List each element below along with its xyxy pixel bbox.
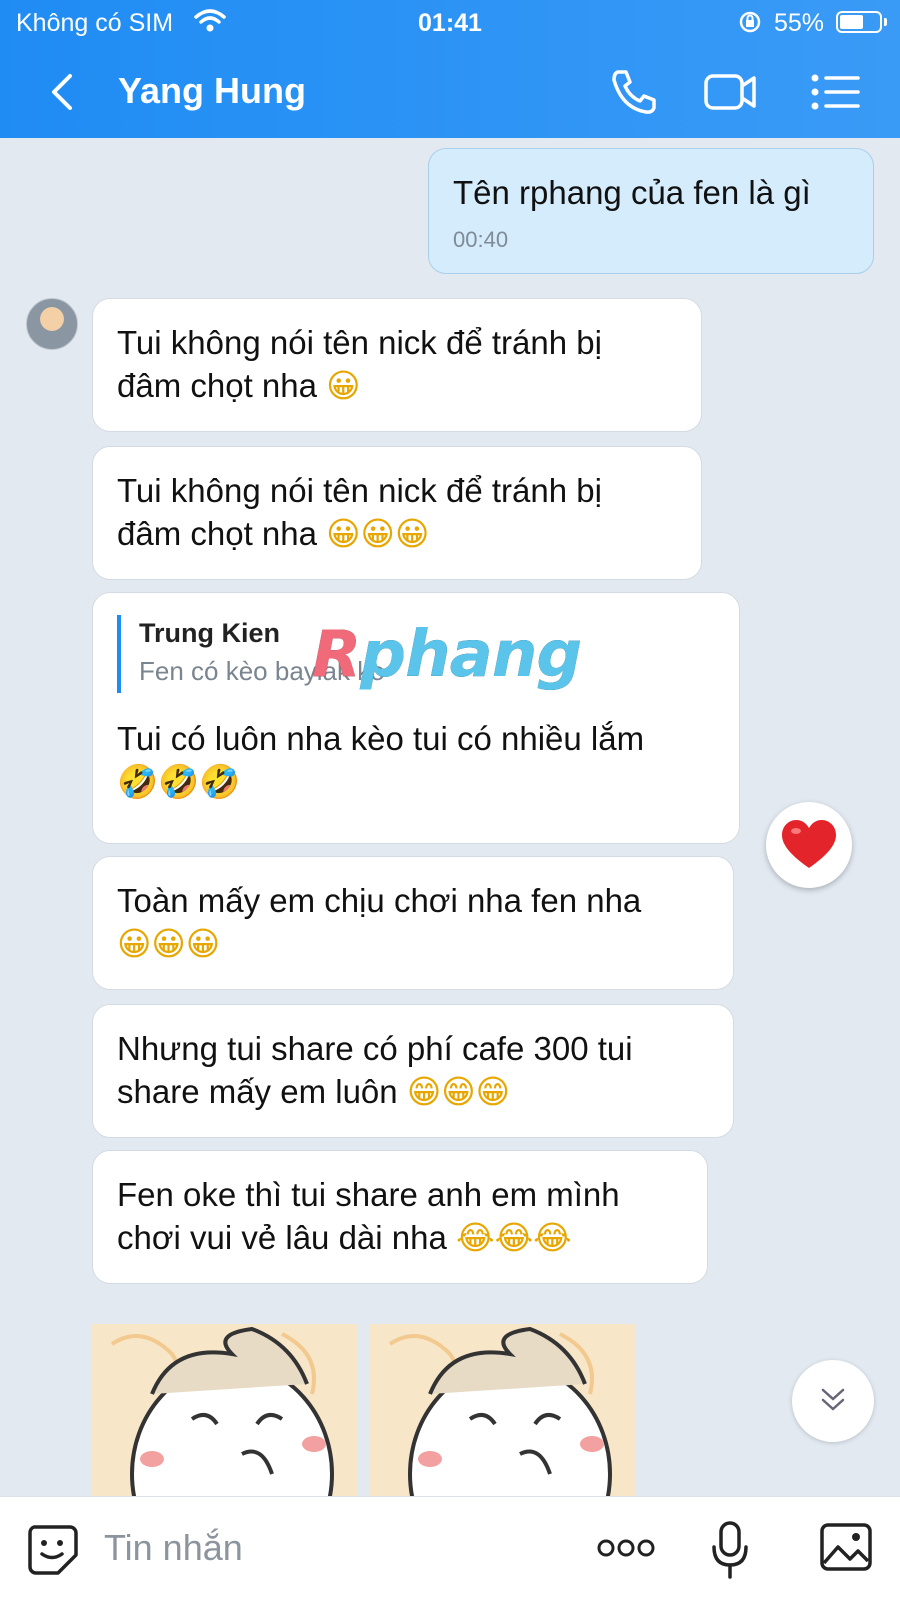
message-line: Toàn mấy em chịu chơi nha fen nha (117, 882, 642, 919)
message-list[interactable]: Tên rphang của fen là gì 00:40 Tui không… (0, 138, 900, 1496)
message-line: chơi vui vẻ lâu dài nha (117, 1219, 447, 1256)
emoji: 😁😁😁 (406, 1072, 511, 1111)
emoji: 🤣🤣🤣 (117, 762, 241, 801)
chat-header: Không có SIM 01:41 55% Yang Hung (0, 0, 900, 138)
orientation-lock-icon (739, 11, 761, 33)
message-time: 00:40 (453, 227, 509, 252)
more-icon[interactable] (596, 1533, 656, 1563)
watermark-logo: Rphang (312, 618, 582, 692)
video-icon[interactable] (702, 66, 758, 118)
received-message[interactable]: Fen oke thì tui share anh em mình chơi v… (92, 1150, 708, 1284)
emoji: 😀😀😀 (117, 924, 221, 963)
sticker-image[interactable] (92, 1324, 358, 1496)
message-input-bar: Tin nhắn (0, 1496, 900, 1600)
avatar[interactable] (26, 298, 78, 350)
message-input[interactable]: Tin nhắn (104, 1527, 243, 1569)
message-line: Fen oke thì tui share anh em mình (117, 1176, 620, 1213)
sent-message[interactable]: Tên rphang của fen là gì 00:40 (428, 148, 874, 274)
message-line: share mấy em luôn (117, 1073, 398, 1110)
emoji: 😀😀😀 (326, 514, 430, 553)
emoji: 😀 (326, 366, 361, 405)
message-line: đâm chọt nha (117, 367, 317, 404)
back-icon[interactable] (40, 68, 88, 116)
sticker-image[interactable] (370, 1324, 636, 1496)
received-message[interactable]: Tui không nói tên nick để tránh bị đâm c… (92, 446, 702, 580)
menu-icon[interactable] (808, 66, 864, 118)
message-line: Tui không nói tên nick để tránh bị (117, 472, 602, 509)
received-message[interactable]: Tui không nói tên nick để tránh bị đâm c… (92, 298, 702, 432)
message-line: Nhưng tui share có phí cafe 300 tui (117, 1030, 633, 1067)
message-line: Tui có luôn nha kèo tui có nhiều lắm (117, 720, 645, 757)
received-message[interactable]: Toàn mấy em chịu chơi nha fen nha 😀😀😀 (92, 856, 734, 990)
chevron-double-down-icon (821, 1388, 845, 1411)
message-line: đâm chọt nha (117, 515, 317, 552)
heart-reaction-icon[interactable] (766, 802, 852, 888)
battery-icon (836, 11, 887, 33)
battery-percent: 55% (774, 9, 825, 37)
phone-icon[interactable] (606, 66, 662, 118)
sticker-icon[interactable] (24, 1521, 80, 1577)
clock: 01:41 (418, 9, 482, 37)
contact-name[interactable]: Yang Hung (118, 70, 306, 112)
message-line: Tui không nói tên nick để tránh bị (117, 324, 602, 361)
mic-icon[interactable] (708, 1519, 752, 1581)
nav-bar: Yang Hung (0, 46, 900, 138)
status-bar: Không có SIM 01:41 55% (0, 0, 900, 46)
image-icon[interactable] (818, 1521, 874, 1573)
message-text: Tên rphang của fen là gì (453, 174, 811, 211)
emoji: 😂😂😂 (456, 1218, 572, 1257)
scroll-to-bottom-button[interactable] (792, 1360, 874, 1442)
received-message[interactable]: Nhưng tui share có phí cafe 300 tui shar… (92, 1004, 734, 1138)
